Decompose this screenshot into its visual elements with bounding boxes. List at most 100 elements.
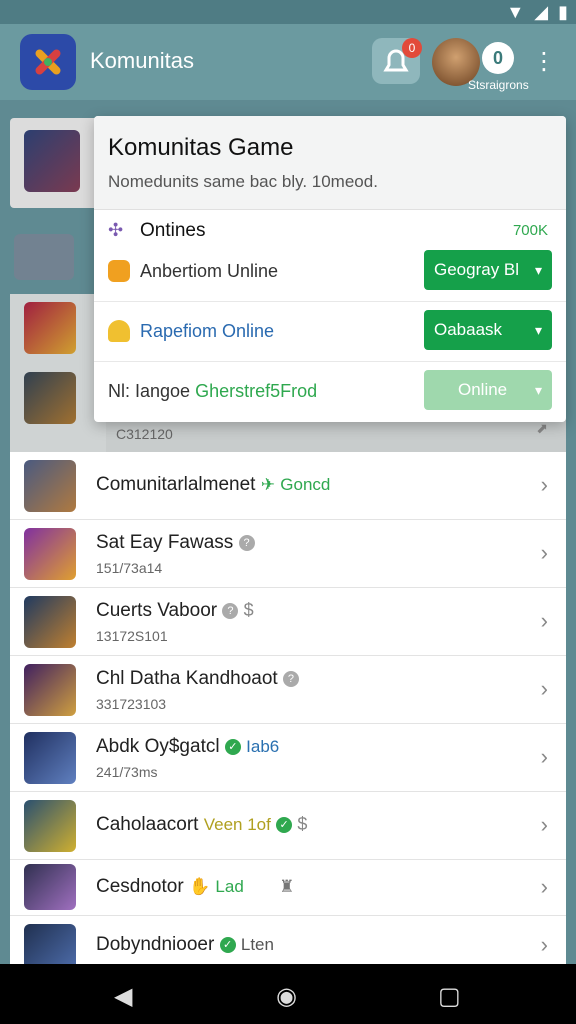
bell-icon — [108, 320, 130, 342]
online-count: 700K — [512, 222, 548, 239]
list-item-tag: Iab6 — [246, 737, 280, 756]
tag-icon: ✈ — [260, 475, 275, 494]
popup-row-label: Anbertiom Unline — [140, 261, 279, 281]
button-label: Online — [458, 380, 508, 399]
list-item-tag: Lad — [215, 877, 244, 896]
popup-row: Rapefiom Online Oabaask ▾ — [94, 302, 566, 362]
chevron-down-icon: ▾ — [534, 382, 542, 398]
battery-icon: ▮ — [558, 2, 568, 22]
chevron-right-icon: › — [540, 932, 548, 957]
app-logo[interactable] — [20, 34, 76, 90]
hand-icon: ✋ — [188, 877, 211, 896]
game-thumbnail — [24, 372, 76, 424]
featured-card[interactable] — [10, 118, 100, 208]
help-icon: ? — [222, 602, 239, 619]
help-icon: ? — [282, 670, 299, 687]
home-icon[interactable]: ◉ — [276, 982, 297, 1011]
puzzle-icon: ✣ — [108, 220, 124, 240]
game-thumbnail — [14, 234, 74, 280]
popup-title: Komunitas Game — [108, 134, 294, 161]
app-bar: Komunitas 0 0 Stsraigrons ⋮ — [0, 24, 576, 100]
list-item[interactable]: Caholaacort Veen 1of ✓ $ › — [10, 792, 566, 860]
signal-icon: ◢ — [534, 2, 549, 22]
list-item-title: Comunitarlalmenet — [96, 474, 256, 495]
game-thumbnail — [24, 800, 76, 852]
game-thumbnail — [24, 864, 76, 910]
notification-button[interactable]: 0 — [372, 38, 422, 84]
list-item-title: Cesdnotor — [96, 876, 184, 897]
popup-row: Nl: Iangoe Gherstref5Frod Online ▾ — [94, 362, 566, 422]
chevron-right-icon: › — [540, 676, 548, 701]
list-item-tag: Veen 1of — [203, 815, 271, 834]
game-thumbnail — [24, 664, 76, 716]
game-thumbnail — [24, 460, 76, 512]
button-label: Oabaask — [434, 320, 503, 339]
section-title: Ontines — [140, 220, 206, 241]
coin-icon — [108, 260, 130, 282]
status-dropdown-button[interactable]: Geogray Bl ▾ — [424, 250, 552, 290]
list-item[interactable]: Chl Datha Kandhoaot ? 331723103 › — [10, 656, 566, 724]
list-item-subtitle: 13172S101 — [96, 628, 168, 644]
wifi-icon: ▼ — [506, 2, 525, 22]
list-item-title: Cuerts Vaboor — [96, 600, 218, 621]
list-item[interactable]: Cesdnotor ✋ Lad ♜ › — [10, 860, 566, 916]
online-dropdown-button[interactable]: Online ▾ — [424, 370, 552, 410]
popup-row-label: Nl: Iangoe — [108, 381, 191, 401]
chevron-right-icon: › — [540, 472, 548, 497]
status-bar: ▼ ◢ ▮ — [0, 0, 576, 24]
button-label: Geogray Bl — [434, 260, 520, 279]
list-item-subtitle: 241/73ms — [96, 764, 158, 780]
dollar-icon: $ — [297, 814, 308, 834]
list-item[interactable]: Comunitarlalmenet ✈ Goncd › — [10, 452, 566, 520]
popup-row-label: Rapefiom Online — [140, 321, 275, 341]
list-item-subtitle: 331723103 — [96, 696, 167, 712]
app-title: Komunitas — [90, 48, 194, 73]
game-thumbnail — [24, 732, 76, 784]
status-dropdown-button[interactable]: Oabaask ▾ — [424, 310, 552, 350]
list-item-title: Caholaacort — [96, 814, 199, 835]
list-item-tag: Lten — [240, 935, 274, 954]
game-thumbnail — [24, 302, 76, 354]
community-popup: Komunitas Game Nomedunits same bac bly. … — [94, 116, 566, 422]
chevron-right-icon: › — [540, 874, 548, 899]
list-item-title: Sat Eay Fawass — [96, 532, 234, 553]
popup-row-accent: Gherstref5Frod — [195, 381, 318, 401]
chevron-down-icon: ▾ — [534, 322, 542, 338]
popup-subtitle: Nomedunits same bac bly. 10meod. — [108, 172, 378, 191]
list-item[interactable]: Cuerts Vaboor ? $ 13172S101 › — [10, 588, 566, 656]
popup-header: Komunitas Game Nomedunits same bac bly. … — [94, 116, 566, 210]
chevron-right-icon: › — [540, 744, 548, 769]
app-logo-icon — [35, 49, 61, 75]
faded-list-item — [10, 228, 100, 288]
share-icon[interactable]: ⬈ — [536, 420, 548, 437]
game-thumbnail — [24, 130, 80, 192]
more-options-icon[interactable]: ⋮ — [530, 46, 558, 78]
system-nav-bar: ◀ ◉ ▢ — [0, 964, 576, 1024]
verified-icon: ✓ — [224, 738, 241, 755]
chevron-right-icon: › — [540, 812, 548, 837]
status-indicator[interactable]: 0 — [482, 42, 514, 74]
list-item[interactable]: Sat Eay Fawass ? 151/73a14 › — [10, 520, 566, 588]
chevron-right-icon: › — [540, 608, 548, 633]
chevron-right-icon: › — [540, 540, 548, 565]
help-icon: ? — [238, 534, 255, 551]
list-item-subtitle: C312120 — [116, 426, 173, 442]
recents-icon[interactable]: ▢ — [438, 982, 461, 1011]
list-item[interactable]: Abdk Oy$gatcl ✓ Iab6 241/73ms › — [10, 724, 566, 792]
list-item-subtitle: 151/73a14 — [96, 560, 163, 576]
list-item-title: Abdk Oy$gatcl — [96, 736, 220, 757]
castle-icon: ♜ — [279, 877, 295, 896]
verified-icon: ✓ — [276, 816, 293, 833]
dollar-icon: $ — [243, 600, 254, 620]
verified-icon: ✓ — [219, 936, 236, 953]
back-icon[interactable]: ◀ — [114, 982, 132, 1011]
game-thumbnail — [24, 596, 76, 648]
popup-row: Anbertiom Unline Geogray Bl ▾ — [94, 242, 566, 302]
status-label: Stsraigrons — [468, 78, 529, 92]
chevron-down-icon: ▾ — [534, 262, 542, 278]
list-item-title: Dobyndniooer — [96, 934, 215, 955]
list-item-title: Chl Datha Kandhoaot — [96, 668, 278, 689]
notification-badge: 0 — [402, 38, 422, 58]
game-thumbnail — [24, 528, 76, 580]
list-item-tag: Goncd — [280, 475, 331, 494]
